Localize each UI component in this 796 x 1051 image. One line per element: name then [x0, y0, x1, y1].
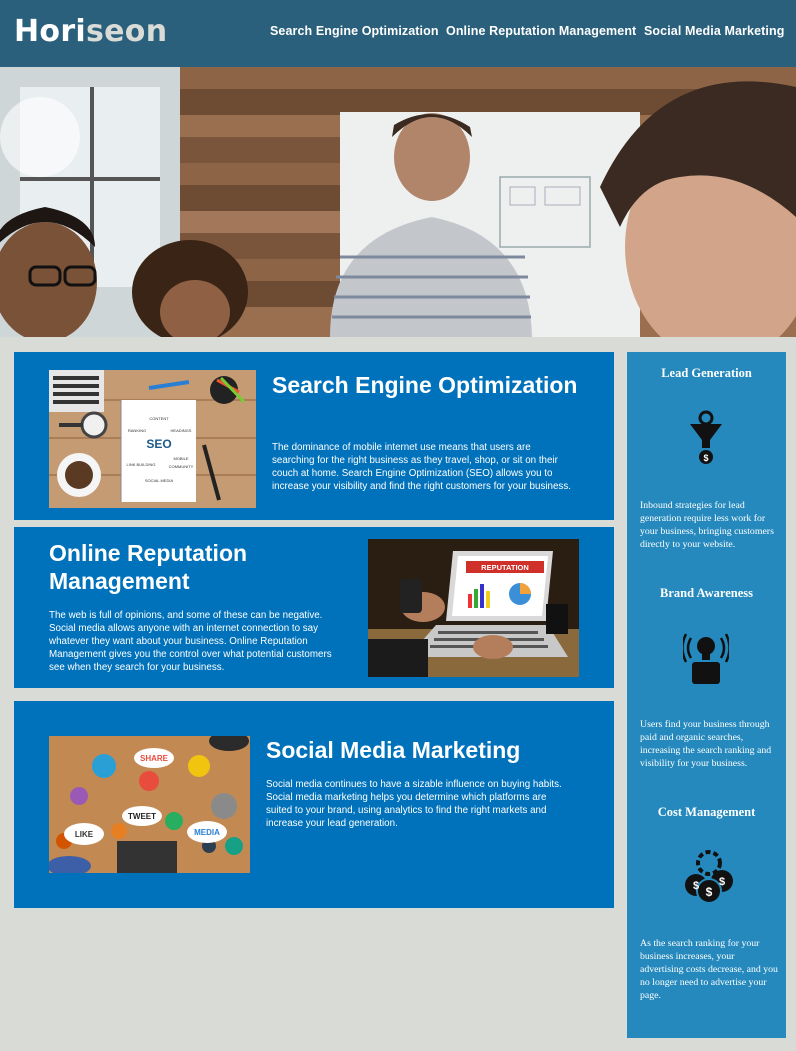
seo-image-word-content: CONTENT: [149, 416, 169, 421]
site-logo[interactable]: Horiseon: [14, 14, 167, 49]
seo-image-word-social: SOCIAL MEDIA: [145, 478, 174, 483]
seo-image-word-link: LINK BUILDING: [127, 462, 156, 467]
benefit-lead-title: Lead Generation: [661, 366, 752, 380]
nav-link-social[interactable]: Social Media Marketing: [644, 24, 784, 38]
seo-image-word-community: COMMUNITY: [169, 464, 194, 469]
lead-funnel-icon: $: [683, 410, 729, 466]
seo-title: Search Engine Optimization: [272, 372, 578, 398]
svg-text:$: $: [703, 453, 708, 463]
reputation-image-word: REPUTATION: [481, 563, 529, 572]
social-image-word-media: MEDIA: [194, 828, 220, 837]
benefits-sidebar: Lead Generation $ Inbound strategies for…: [627, 352, 786, 1038]
seo-text: The dominance of mobile internet use mea…: [272, 442, 571, 492]
benefit-brand-title: Brand Awareness: [660, 586, 753, 600]
benefit-cost-title: Cost Management: [657, 805, 756, 819]
seo-section: SEO CONTENT HEADINGS RANKING LINK BUILDI…: [14, 352, 614, 520]
svg-text:$: $: [719, 876, 725, 888]
seo-image-word-ranking: RANKING: [128, 428, 146, 433]
svg-text:$: $: [706, 885, 713, 899]
nav-link-reputation[interactable]: Online Reputation Management: [446, 24, 636, 38]
seo-image-word-headings: HEADINGS: [171, 428, 192, 433]
logo-main: Hori: [14, 14, 86, 49]
cost-coins-icon: $ $ $: [683, 849, 733, 905]
reputation-image: REPUTATION: [368, 539, 579, 677]
social-image: SHARE TWEET LIKE MEDIA: [49, 736, 250, 873]
reputation-text: The web is full of opinions, and some of…: [49, 610, 332, 673]
site-header: Horiseon Search Engine Optimization Onli…: [0, 0, 796, 67]
svg-text:$: $: [693, 880, 699, 892]
logo-accent: seon: [86, 14, 168, 49]
seo-image: SEO CONTENT HEADINGS RANKING LINK BUILDI…: [49, 370, 256, 508]
social-image-word-tweet: TWEET: [128, 812, 156, 821]
social-image-word-share: SHARE: [140, 754, 169, 763]
reputation-title: Online Reputation Management: [49, 540, 248, 594]
social-image-word-like: LIKE: [75, 830, 94, 839]
nav-link-seo[interactable]: Search Engine Optimization: [270, 24, 439, 38]
seo-image-word-seo: SEO: [146, 437, 171, 451]
social-text: Social media continues to have a sizable…: [266, 779, 562, 829]
benefit-cost-text: As the search ranking for your business …: [640, 938, 778, 1001]
hero-image: [0, 67, 796, 337]
benefit-brand-text: Users find your business through paid an…: [640, 719, 772, 769]
reputation-section: Online Reputation Management The web is …: [14, 527, 614, 688]
social-section: SHARE TWEET LIKE MEDIA Social Media Mark…: [14, 701, 614, 908]
brand-bulb-icon: [681, 630, 731, 686]
social-title: Social Media Marketing: [266, 737, 521, 763]
benefit-lead-text: Inbound strategies for lead generation r…: [640, 500, 774, 550]
seo-image-word-mobile: MOBILE: [173, 456, 188, 461]
